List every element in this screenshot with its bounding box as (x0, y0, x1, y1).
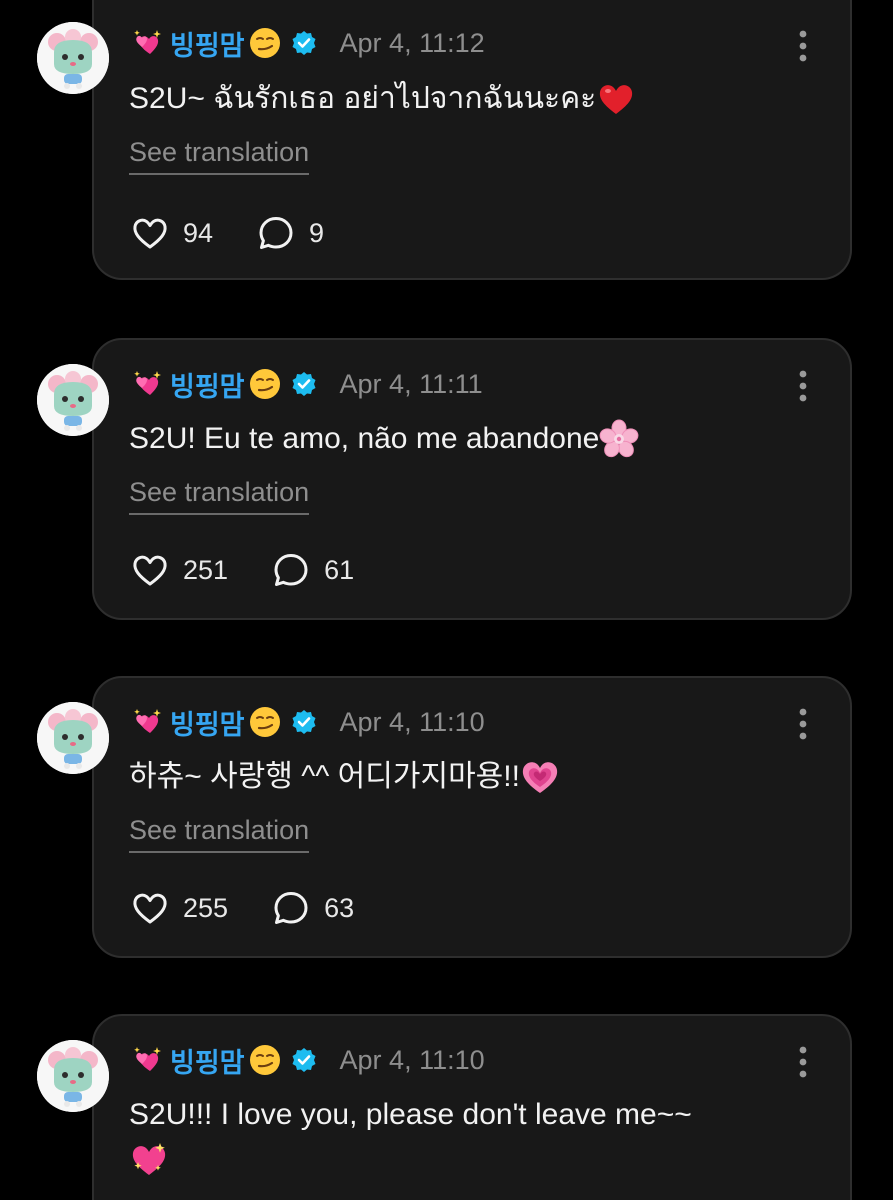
verified-badge-icon (291, 709, 317, 735)
see-translation-link[interactable]: See translation (129, 136, 310, 175)
speech-bubble-icon (257, 214, 295, 252)
username-link[interactable]: 빙핑맘 (170, 365, 245, 404)
more-options-icon[interactable] (797, 707, 809, 741)
post-timestamp[interactable]: Apr 4, 11:12 (340, 28, 485, 59)
speech-bubble-icon (272, 889, 310, 927)
smirk-emoji-icon (249, 1044, 281, 1076)
user-avatar[interactable] (37, 364, 109, 436)
comment-feed: 빙핑맘 Apr 4, 11:12 S2U~ ฉันรักเธอ อย่าไปจา… (0, 0, 893, 1200)
sparkling-hearts-emoji-icon (132, 706, 164, 738)
post-timestamp[interactable]: Apr 4, 11:10 (340, 707, 485, 738)
like-button[interactable]: 255 (131, 889, 228, 927)
like-button[interactable]: 94 (131, 214, 213, 252)
smirk-emoji-icon (249, 706, 281, 738)
post-timestamp[interactable]: Apr 4, 11:11 (340, 369, 483, 400)
comment-button[interactable]: 9 (257, 214, 324, 252)
post-text: 하츄~ 사랑행 ^^ 어디가지마용!! (129, 754, 809, 799)
smirk-emoji-icon (249, 27, 281, 59)
post-timestamp[interactable]: Apr 4, 11:10 (340, 1045, 485, 1076)
comment-button[interactable]: 61 (272, 551, 354, 589)
heart-outline-icon (131, 889, 169, 927)
post-actions: 251 61 (131, 551, 398, 589)
see-translation-link[interactable]: See translation (129, 814, 310, 853)
post-header: 빙핑맘 Apr 4, 11:12 (132, 25, 485, 61)
more-options-icon[interactable] (797, 29, 809, 63)
comment-count: 61 (324, 554, 355, 585)
post-header: 빙핑맘 Apr 4, 11:10 (132, 1042, 485, 1078)
more-options-icon[interactable] (797, 1045, 809, 1079)
post-text: S2U! Eu te amo, não me abandone (129, 416, 809, 461)
heart-outline-icon (131, 214, 169, 252)
sparkling-hearts-emoji-icon (132, 368, 164, 400)
comment-count: 9 (309, 217, 325, 248)
post-item: 빙핑맘 Apr 4, 11:11 S2U! Eu te amo, não me … (0, 338, 893, 620)
post-actions: 255 63 (131, 889, 398, 927)
username-link[interactable]: 빙핑맘 (170, 1041, 245, 1080)
post-text: S2U~ ฉันรักเธอ อย่าไปจากฉันนะคะ (129, 76, 809, 121)
verified-badge-icon (291, 1047, 317, 1073)
like-button[interactable]: 251 (131, 551, 228, 589)
post-header: 빙핑맘 Apr 4, 11:11 (132, 366, 483, 402)
user-avatar[interactable] (37, 22, 109, 94)
username-link[interactable]: 빙핑맘 (170, 24, 245, 63)
sparkling-heart-emoji-icon (129, 1140, 169, 1180)
sparkling-hearts-emoji-icon (132, 1044, 164, 1076)
post-header: 빙핑맘 Apr 4, 11:10 (132, 704, 485, 740)
red-heart-emoji-icon (596, 79, 636, 119)
like-count: 255 (183, 892, 229, 923)
heart-outline-icon (131, 551, 169, 589)
smirk-emoji-icon (249, 368, 281, 400)
post-item: 빙핑맘 Apr 4, 11:12 S2U~ ฉันรักเธอ อย่าไปจา… (0, 0, 893, 298)
sparkling-hearts-emoji-icon (132, 27, 164, 59)
see-translation-link[interactable]: See translation (129, 476, 310, 515)
username-link[interactable]: 빙핑맘 (170, 703, 245, 742)
post-item: 빙핑맘 Apr 4, 11:10 S2U!!! I love you, plea… (0, 1014, 893, 1200)
user-avatar[interactable] (37, 702, 109, 774)
verified-badge-icon (291, 30, 317, 56)
user-avatar[interactable] (37, 1040, 109, 1112)
comment-button[interactable]: 63 (272, 889, 354, 927)
like-count: 251 (183, 554, 229, 585)
more-options-icon[interactable] (797, 369, 809, 403)
post-text: S2U!!! I love you, please don't leave me… (129, 1092, 789, 1181)
cherry-blossom-emoji-icon (599, 419, 639, 459)
post-item: 빙핑맘 Apr 4, 11:10 하츄~ 사랑행 ^^ 어디가지마용!! See… (0, 676, 893, 958)
comment-count: 63 (324, 892, 355, 923)
speech-bubble-icon (272, 551, 310, 589)
like-count: 94 (183, 217, 214, 248)
post-actions: 94 9 (131, 214, 368, 252)
growing-heart-emoji-icon (520, 757, 560, 797)
verified-badge-icon (291, 371, 317, 397)
